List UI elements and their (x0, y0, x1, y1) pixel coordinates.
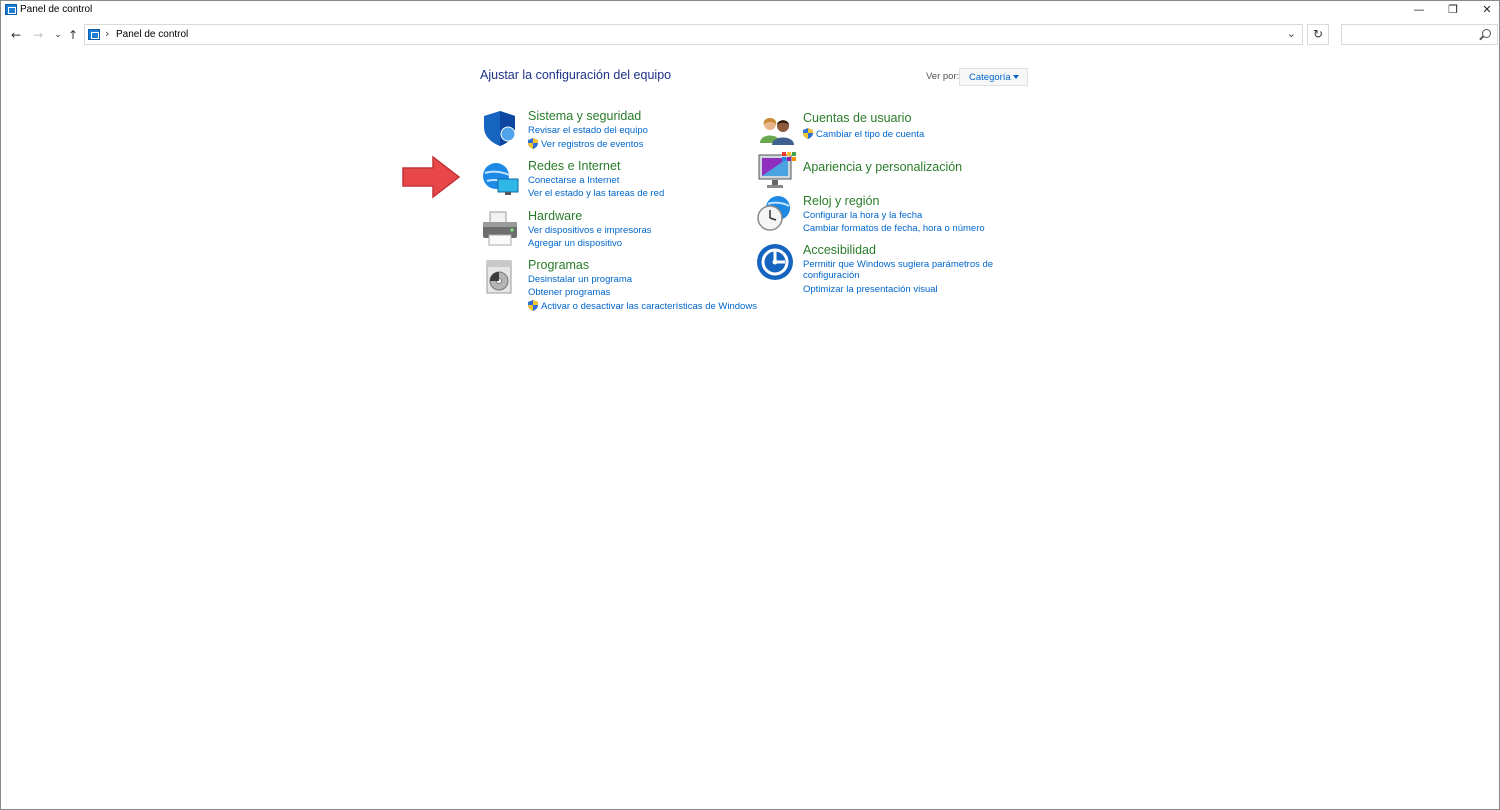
category-title-apariencia-y-personalizacion[interactable]: Apariencia y personalización (803, 160, 962, 174)
address-bar[interactable]: › Panel de control ⌄ (84, 24, 1303, 45)
category-title-redes-e-internet[interactable]: Redes e Internet (528, 159, 620, 173)
window-title: Panel de control (20, 4, 93, 15)
category-title-hardware[interactable]: Hardware (528, 209, 582, 223)
breadcrumb-separator-icon: › (105, 27, 110, 40)
category-apariencia-y-personalizacion: Apariencia y personalización (758, 152, 1018, 190)
category-programas: Programas Desinstalar un programa Obtene… (481, 258, 771, 316)
monitor-palette-icon[interactable] (758, 152, 796, 190)
breadcrumb-control-panel[interactable]: Panel de control (116, 29, 188, 40)
link-text: Ver registros de eventos (541, 139, 644, 150)
link-permitir-windows-sugiera[interactable]: Permitir que Windows sugiera parámetros … (803, 259, 993, 270)
red-arrow-icon (402, 155, 461, 199)
users-icon[interactable] (758, 111, 796, 149)
uac-shield-icon (803, 128, 813, 139)
category-redes-e-internet: Redes e Internet Conectarse a Internet V… (481, 159, 741, 204)
shield-icon[interactable] (481, 109, 519, 147)
control-panel-location-icon (88, 29, 100, 40)
link-ver-estado-tareas-red[interactable]: Ver el estado y las tareas de red (528, 188, 664, 199)
link-activar-caracteristicas-windows[interactable]: Activar o desactivar las características… (528, 300, 757, 312)
page-title: Ajustar la configuración del equipo (480, 68, 672, 82)
view-by-label: Ver por: (926, 71, 960, 82)
navigation-bar: ← → ⌄ ↑ › Panel de control ⌄ ↻ (1, 23, 1499, 47)
category-title-sistema-y-seguridad[interactable]: Sistema y seguridad (528, 109, 641, 123)
link-cambiar-tipo-cuenta[interactable]: Cambiar el tipo de cuenta (803, 128, 924, 140)
view-by-dropdown[interactable]: Categoría (959, 68, 1028, 86)
category-title-reloj-y-region[interactable]: Reloj y región (803, 194, 879, 208)
category-title-cuentas-de-usuario[interactable]: Cuentas de usuario (803, 111, 911, 125)
printer-icon[interactable] (481, 209, 519, 247)
link-configurar-hora-fecha[interactable]: Configurar la hora y la fecha (803, 210, 922, 221)
link-cambiar-formatos[interactable]: Cambiar formatos de fecha, hora o número (803, 223, 985, 234)
category-title-programas[interactable]: Programas (528, 258, 589, 272)
control-panel-window: Panel de control — ❐ ✕ ← → ⌄ ↑ › Panel d… (0, 0, 1500, 810)
close-button[interactable]: ✕ (1467, 1, 1500, 19)
link-text: Activar o desactivar las características… (541, 301, 757, 312)
dropdown-caret-icon (1013, 75, 1019, 79)
link-agregar-dispositivo[interactable]: Agregar un dispositivo (528, 238, 622, 249)
back-arrow-icon[interactable]: ← (8, 26, 24, 44)
category-reloj-y-region: Reloj y región Configurar la hora y la f… (756, 194, 1016, 238)
view-by-value: Categoría (969, 72, 1011, 83)
link-text: Cambiar el tipo de cuenta (816, 129, 925, 140)
search-icon[interactable] (1482, 29, 1491, 38)
accessibility-icon[interactable] (756, 243, 794, 281)
link-ver-registros-eventos[interactable]: Ver registros de eventos (528, 138, 643, 150)
clock-globe-icon[interactable] (756, 194, 794, 232)
uac-shield-icon (528, 300, 538, 311)
recent-locations-chevron-icon[interactable]: ⌄ (50, 26, 66, 44)
link-conectarse-internet[interactable]: Conectarse a Internet (528, 175, 619, 186)
link-desinstalar-programa[interactable]: Desinstalar un programa (528, 274, 632, 285)
address-dropdown-chevron-icon[interactable]: ⌄ (1287, 27, 1296, 40)
link-ver-dispositivos-impresoras[interactable]: Ver dispositivos e impresoras (528, 225, 652, 236)
category-cuentas-de-usuario: Cuentas de usuario Cambiar el tipo de cu… (758, 111, 1018, 149)
category-sistema-y-seguridad: Sistema y seguridad Revisar el estado de… (481, 109, 741, 154)
up-arrow-icon[interactable]: ↑ (65, 26, 81, 44)
link-optimizar-presentacion-visual[interactable]: Optimizar la presentación visual (803, 284, 938, 295)
forward-arrow-icon[interactable]: → (30, 26, 46, 44)
link-obtener-programas[interactable]: Obtener programas (528, 287, 610, 298)
control-panel-app-icon (5, 4, 17, 15)
refresh-button[interactable]: ↻ (1307, 24, 1329, 45)
programs-disc-icon[interactable] (481, 258, 519, 296)
uac-shield-icon (528, 138, 538, 149)
link-permitir-windows-sugiera-cont[interactable]: configuración (803, 270, 860, 281)
category-accesibilidad: Accesibilidad Permitir que Windows sugie… (756, 243, 1026, 299)
search-input[interactable] (1341, 24, 1498, 45)
network-globe-icon[interactable] (481, 159, 519, 197)
link-revisar-estado-equipo[interactable]: Revisar el estado del equipo (528, 125, 648, 136)
title-bar: Panel de control — ❐ ✕ (1, 1, 1499, 19)
category-title-accesibilidad[interactable]: Accesibilidad (803, 243, 876, 257)
category-hardware: Hardware Ver dispositivos e impresoras A… (481, 209, 741, 254)
